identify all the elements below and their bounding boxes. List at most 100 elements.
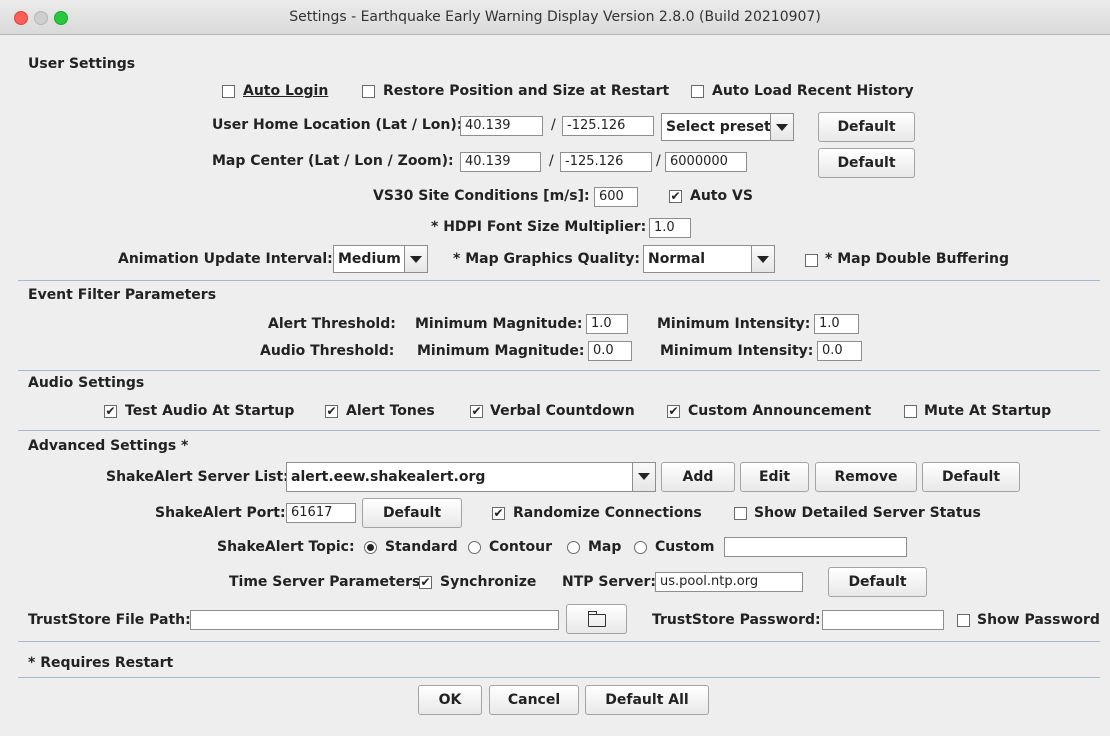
mute-startup-label: Mute At Startup bbox=[924, 403, 1052, 419]
server-remove-button[interactable]: Remove bbox=[815, 462, 917, 492]
audio-settings-heading: Audio Settings bbox=[28, 375, 145, 391]
map-slash-2: / bbox=[656, 153, 661, 169]
separator bbox=[18, 430, 1100, 431]
select-preset-value: Select preset bbox=[666, 119, 771, 135]
alert-threshold-label: Alert Threshold: bbox=[268, 316, 396, 332]
browse-folder-button[interactable] bbox=[566, 604, 627, 634]
home-default-button[interactable]: Default bbox=[818, 112, 915, 142]
auto-vs-label: Auto VS bbox=[690, 188, 753, 204]
detailed-status-label: Show Detailed Server Status bbox=[754, 505, 981, 521]
mute-startup-checkbox[interactable] bbox=[904, 405, 917, 418]
home-lon-input[interactable]: -125.126 bbox=[562, 116, 654, 136]
topic-standard-label: Standard bbox=[385, 539, 458, 555]
synchronize-checkbox[interactable]: ✔ bbox=[419, 576, 432, 589]
randomize-connections-checkbox[interactable]: ✔ bbox=[492, 507, 505, 520]
hdpi-label: * HDPI Font Size Multiplier: bbox=[431, 219, 647, 235]
ntp-default-button[interactable]: Default bbox=[828, 567, 927, 597]
map-slash-1: / bbox=[549, 153, 554, 169]
auto-login-label: Auto Login bbox=[243, 83, 329, 99]
graphics-quality-value: Normal bbox=[648, 251, 706, 267]
custom-topic-input[interactable] bbox=[724, 537, 907, 557]
map-zoom-input[interactable]: 6000000 bbox=[665, 152, 747, 172]
map-center-label: Map Center (Lat / Lon / Zoom): bbox=[212, 153, 454, 169]
test-audio-label: Test Audio At Startup bbox=[125, 403, 295, 419]
alert-tones-label: Alert Tones bbox=[346, 403, 435, 419]
server-list-value: alert.eew.shakealert.org bbox=[291, 469, 486, 485]
synchronize-label: Synchronize bbox=[440, 574, 537, 590]
audio-min-int-input[interactable]: 0.0 bbox=[817, 341, 862, 361]
alert-min-int-input[interactable]: 1.0 bbox=[814, 314, 859, 334]
map-lon-input[interactable]: -125.126 bbox=[560, 152, 652, 172]
restore-position-checkbox[interactable] bbox=[362, 85, 375, 98]
server-list-label: ShakeAlert Server List: bbox=[106, 469, 289, 485]
show-password-label: Show Password bbox=[977, 612, 1100, 628]
topic-custom-radio[interactable] bbox=[634, 541, 647, 554]
window-title: Settings - Earthquake Early Warning Disp… bbox=[289, 9, 821, 25]
advanced-settings-heading: Advanced Settings * bbox=[28, 438, 189, 454]
port-input[interactable]: 61617 bbox=[286, 503, 356, 523]
show-password-checkbox[interactable] bbox=[957, 614, 970, 627]
home-slash: / bbox=[551, 117, 556, 133]
cancel-button[interactable]: Cancel bbox=[489, 685, 579, 715]
home-location-label: User Home Location (Lat / Lon): bbox=[212, 117, 463, 133]
animation-interval-value: Medium bbox=[338, 251, 401, 267]
chevron-down-icon bbox=[404, 246, 427, 272]
ntp-server-input[interactable]: us.pool.ntp.org bbox=[655, 572, 803, 592]
server-list-dropdown[interactable]: alert.eew.shakealert.org bbox=[286, 462, 656, 492]
topic-map-radio[interactable] bbox=[567, 541, 580, 554]
topic-custom-label: Custom bbox=[655, 539, 715, 555]
verbal-countdown-checkbox[interactable]: ✔ bbox=[470, 405, 483, 418]
double-buffering-label: * Map Double Buffering bbox=[825, 251, 1010, 267]
auto-load-history-checkbox[interactable] bbox=[691, 85, 704, 98]
double-buffering-checkbox[interactable] bbox=[805, 254, 818, 267]
port-label: ShakeAlert Port: bbox=[155, 505, 286, 521]
truststore-password-label: TrustStore Password: bbox=[652, 612, 821, 628]
separator bbox=[18, 280, 1100, 281]
custom-announcement-checkbox[interactable]: ✔ bbox=[667, 405, 680, 418]
map-lat-input[interactable]: 40.139 bbox=[460, 152, 541, 172]
port-default-button[interactable]: Default bbox=[362, 498, 462, 528]
auto-login-checkbox[interactable] bbox=[222, 85, 235, 98]
home-lat-input[interactable]: 40.139 bbox=[460, 116, 543, 136]
custom-announcement-label: Custom Announcement bbox=[688, 403, 872, 419]
time-server-label: Time Server Parameters: bbox=[229, 574, 426, 590]
server-default-button[interactable]: Default bbox=[922, 462, 1020, 492]
server-edit-button[interactable]: Edit bbox=[740, 462, 809, 492]
server-add-button[interactable]: Add bbox=[661, 462, 735, 492]
alert-min-mag-label: Minimum Magnitude: bbox=[415, 316, 583, 332]
topic-contour-radio[interactable] bbox=[468, 541, 481, 554]
animation-interval-dropdown[interactable]: Medium bbox=[333, 245, 428, 273]
map-default-button[interactable]: Default bbox=[818, 148, 915, 178]
alert-min-mag-input[interactable]: 1.0 bbox=[586, 314, 628, 334]
select-preset-dropdown[interactable]: Select preset bbox=[661, 113, 794, 141]
randomize-connections-label: Randomize Connections bbox=[513, 505, 702, 521]
alert-tones-checkbox[interactable]: ✔ bbox=[325, 405, 338, 418]
hdpi-input[interactable]: 1.0 bbox=[649, 218, 691, 238]
auto-load-history-label: Auto Load Recent History bbox=[712, 83, 914, 99]
graphics-quality-label: * Map Graphics Quality: bbox=[453, 251, 640, 267]
chevron-down-icon bbox=[751, 246, 774, 272]
vs30-input[interactable]: 600 bbox=[594, 187, 638, 207]
graphics-quality-dropdown[interactable]: Normal bbox=[643, 245, 775, 273]
audio-min-mag-input[interactable]: 0.0 bbox=[588, 341, 632, 361]
folder-icon bbox=[587, 611, 606, 627]
audio-min-mag-label: Minimum Magnitude: bbox=[417, 343, 585, 359]
test-audio-checkbox[interactable]: ✔ bbox=[104, 405, 117, 418]
alert-min-int-label: Minimum Intensity: bbox=[657, 316, 811, 332]
chevron-down-icon bbox=[770, 114, 793, 140]
separator bbox=[18, 641, 1100, 642]
audio-threshold-label: Audio Threshold: bbox=[260, 343, 395, 359]
topic-map-label: Map bbox=[588, 539, 622, 555]
default-all-button[interactable]: Default All bbox=[585, 685, 709, 715]
separator bbox=[18, 677, 1100, 678]
audio-min-int-label: Minimum Intensity: bbox=[660, 343, 814, 359]
ntp-server-label: NTP Server: bbox=[562, 574, 657, 590]
ok-button[interactable]: OK bbox=[418, 685, 482, 715]
auto-vs-checkbox[interactable]: ✔ bbox=[669, 190, 682, 203]
truststore-path-input[interactable] bbox=[190, 610, 559, 630]
vs30-label: VS30 Site Conditions [m/s]: bbox=[373, 188, 590, 204]
truststore-password-input[interactable] bbox=[822, 610, 944, 630]
topic-standard-radio[interactable] bbox=[364, 541, 377, 554]
detailed-status-checkbox[interactable] bbox=[734, 507, 747, 520]
restore-position-label: Restore Position and Size at Restart bbox=[383, 83, 670, 99]
